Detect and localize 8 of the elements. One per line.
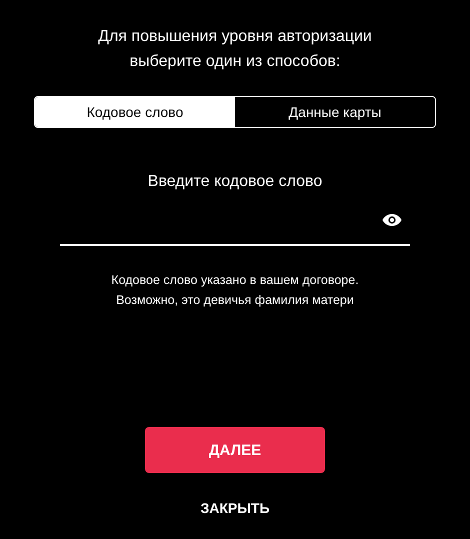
tab[interactable]: Кодовое слово	[35, 97, 235, 127]
close-button[interactable]: ЗАКРЫТЬ	[196, 498, 274, 518]
hint-text: Возможно, это девичья фамилия матери	[115, 292, 355, 309]
hint-text: Кодовое слово указано в вашем договоре.	[111, 272, 359, 289]
heading-line: выберите один из способов:	[130, 52, 340, 72]
next-button[interactable]: ДАЛЕЕ	[145, 427, 325, 473]
eye-icon[interactable]	[382, 213, 402, 227]
heading-line: Для повышения уровня авторизации	[98, 27, 372, 47]
